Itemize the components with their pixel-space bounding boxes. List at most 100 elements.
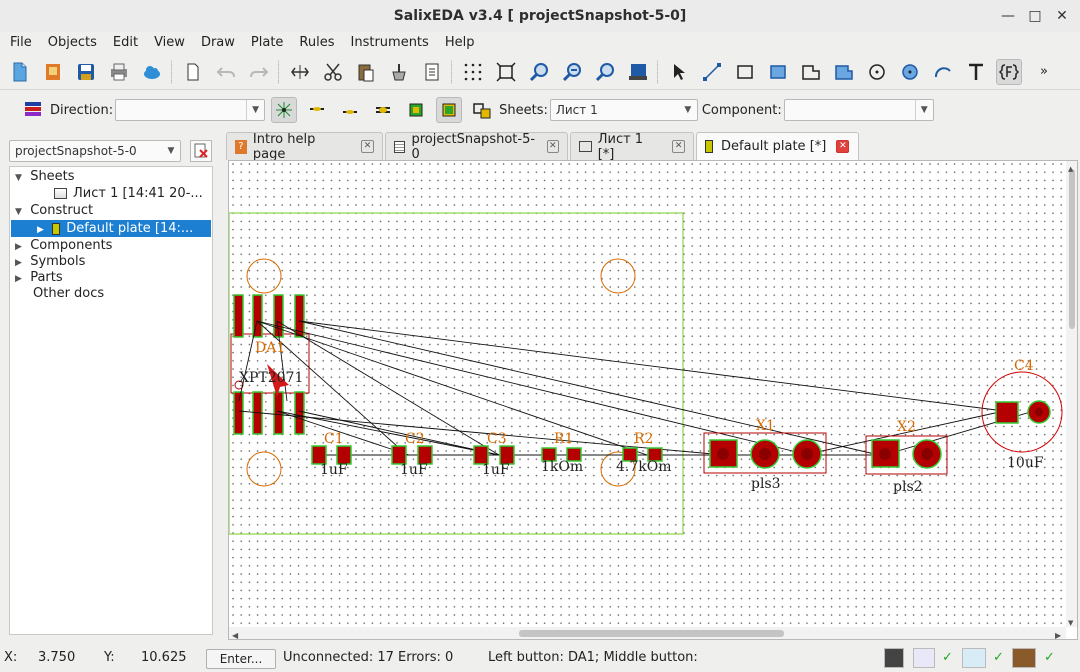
menu-help[interactable]: Help (435, 35, 481, 50)
scroll-up-icon[interactable]: ▲ (1068, 165, 1074, 173)
clean-brush-icon[interactable] (386, 59, 412, 85)
draw-text-icon[interactable] (963, 59, 989, 85)
component-label: Component: (701, 102, 782, 118)
label-c4: C4 (1014, 358, 1034, 374)
maximize-icon[interactable]: □ (1025, 6, 1045, 26)
tree-item-default-plate[interactable]: ▶ Default plate [14:... (11, 220, 211, 237)
scroll-left-icon[interactable]: ◀ (232, 631, 239, 640)
draw-circle-icon[interactable] (864, 59, 890, 85)
scroll-right-icon[interactable]: ▶ (1055, 631, 1062, 640)
tree-item-sheets[interactable]: ▼ Sheets (15, 168, 75, 185)
tree-item-other-docs[interactable]: Other docs (33, 285, 104, 302)
zoom-out-icon[interactable] (559, 59, 585, 85)
tree-item-components[interactable]: ▶ Components (15, 237, 112, 254)
menu-view[interactable]: View (144, 35, 191, 50)
zoom-in-icon[interactable] (526, 59, 552, 85)
menu-rules[interactable]: Rules (289, 35, 340, 50)
open-project-icon[interactable] (40, 59, 66, 85)
grid-dots (229, 161, 1065, 627)
cut-icon[interactable] (320, 59, 346, 85)
menu-instruments[interactable]: Instruments (341, 35, 435, 50)
sheet-link-icon[interactable] (469, 97, 495, 123)
layers-icon[interactable] (20, 97, 46, 123)
menu-draw[interactable]: Draw (191, 35, 241, 50)
video-icon[interactable] (884, 648, 904, 668)
enter-coordinates-button[interactable]: Enter... (206, 649, 276, 669)
mirror-icon[interactable] (287, 59, 313, 85)
board-3d-icon[interactable] (625, 59, 651, 85)
horizontal-scroll-thumb[interactable] (519, 630, 784, 637)
redo-icon[interactable] (246, 59, 272, 85)
x-value: 3.750 (38, 650, 76, 665)
close-project-button[interactable] (190, 140, 212, 162)
menu-edit[interactable]: Edit (103, 35, 144, 50)
layer-both-icon[interactable] (370, 97, 396, 123)
tree-item-symbols[interactable]: ▶ Symbols (15, 253, 85, 270)
scroll-down-icon[interactable]: ▼ (1068, 619, 1074, 627)
tab-close-icon[interactable]: ✕ (546, 140, 559, 153)
draw-filled-rect-icon[interactable] (765, 59, 791, 85)
layer-bottom-icon[interactable] (337, 97, 363, 123)
tab-project[interactable]: projectSnapshot-5-0 ✕ (385, 132, 568, 162)
menu-plate[interactable]: Plate (241, 35, 290, 50)
sheets-combo[interactable]: Лист 1 ▼ (549, 99, 698, 121)
check-icon: ✓ (942, 650, 953, 665)
chip-icon[interactable] (403, 97, 429, 123)
draw-filled-polygon-icon[interactable] (831, 59, 857, 85)
tree-item-construct[interactable]: ▼ Construct (15, 202, 93, 219)
paste-icon[interactable] (353, 59, 379, 85)
undo-icon[interactable] (213, 59, 239, 85)
tab-close-icon[interactable]: ✕ (836, 140, 850, 153)
print-icon[interactable] (106, 59, 132, 85)
minimize-icon[interactable]: — (998, 6, 1018, 26)
zoom-window-icon[interactable] (592, 59, 618, 85)
zoom-fit-icon[interactable] (493, 59, 519, 85)
close-icon[interactable]: ✕ (1052, 6, 1072, 26)
ratsnest-icon[interactable] (271, 97, 298, 123)
direction-combo[interactable]: ▼ (115, 99, 266, 121)
select-pointer-icon[interactable] (666, 59, 692, 85)
tab-default-plate[interactable]: Default plate [*] ✕ (696, 132, 859, 160)
properties-icon[interactable] (419, 59, 445, 85)
cloud-status-icon[interactable] (962, 648, 986, 668)
draw-line-icon[interactable] (699, 59, 725, 85)
clipboard-empty-icon[interactable] (180, 59, 206, 85)
save-icon[interactable] (73, 59, 99, 85)
chevron-down-icon: ▼ (167, 146, 175, 156)
tab-sheet-1[interactable]: Лист 1 [*] ✕ (570, 132, 694, 162)
status-bar: X: 3.750 Y: 10.625 Unconnected: 17 Error… (0, 646, 1080, 672)
tab-close-icon[interactable]: ✕ (361, 140, 374, 153)
draw-polygon-icon[interactable] (798, 59, 824, 85)
vertical-scroll-thumb[interactable] (1069, 169, 1075, 329)
check-icon: ✓ (1044, 650, 1055, 665)
main-toolbar: » (0, 54, 1080, 90)
draw-rect-icon[interactable] (732, 59, 758, 85)
tree-item-label: Symbols (30, 254, 86, 269)
unconnected-errors: Unconnected: 17 Errors: 0 (283, 650, 454, 665)
new-file-icon[interactable] (7, 59, 33, 85)
tree-item-label: Default plate [14:... (66, 221, 194, 236)
toolbar-separator (278, 59, 280, 84)
grid-icon[interactable] (460, 59, 486, 85)
menu-objects[interactable]: Objects (38, 35, 103, 50)
pcb-canvas[interactable]: DA1 XPT2071 C1 1uF C2 1uF C3 1uF R1 1kOm… (228, 160, 1078, 640)
tree-item-sheet-1[interactable]: Лист 1 [14:41 20-... (54, 185, 203, 202)
tree-item-parts[interactable]: ▶ Parts (15, 269, 63, 286)
draw-field-icon[interactable] (996, 58, 1022, 85)
tab-close-icon[interactable]: ✕ (672, 140, 685, 153)
project-select[interactable]: projectSnapshot-5-0 ▼ (9, 140, 181, 162)
tab-intro-help[interactable]: ? Intro help page ✕ (226, 132, 383, 162)
layer-top-icon[interactable] (304, 97, 330, 123)
component-combo[interactable]: ▼ (783, 99, 934, 121)
draw-filled-circle-icon[interactable] (897, 59, 923, 85)
document-tabs: ? Intro help page ✕ projectSnapshot-5-0 … (226, 132, 1078, 162)
draw-arc-icon[interactable] (930, 59, 956, 85)
plate-status-icon[interactable] (913, 648, 935, 668)
library-status-icon[interactable] (1012, 648, 1036, 668)
chip-outline-icon[interactable] (436, 97, 463, 123)
menu-file[interactable]: File (0, 35, 38, 50)
plate-icon (705, 140, 713, 153)
toolbar-overflow-icon[interactable]: » (1038, 59, 1050, 85)
project-tree[interactable]: ▼ Sheets Лист 1 [14:41 20-... ▼ Construc… (9, 166, 213, 635)
cloud-icon[interactable] (139, 59, 165, 85)
